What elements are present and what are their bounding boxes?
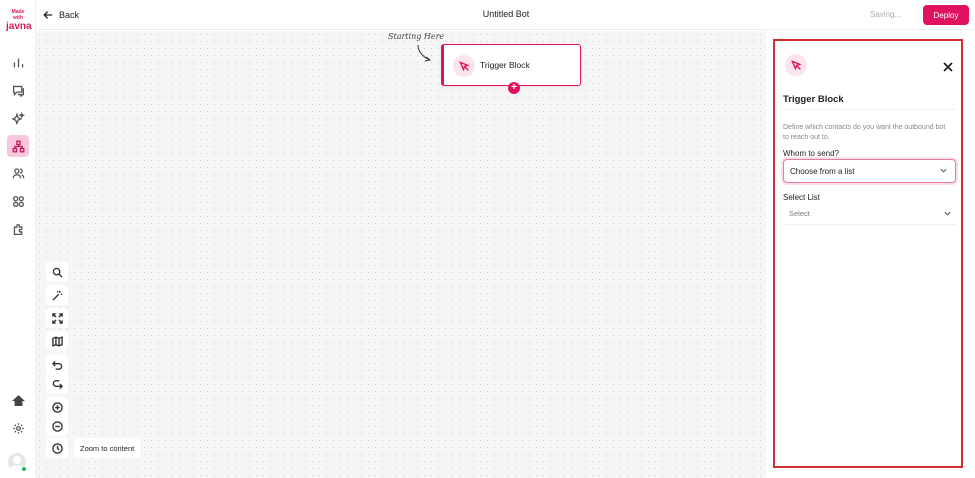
panel-icon-wrap (785, 54, 807, 76)
curved-arrow-icon (417, 44, 431, 62)
sidebar-item-settings[interactable] (7, 417, 29, 439)
starting-here-annotation: Starting Here (388, 32, 445, 41)
arrow-left-icon (43, 11, 53, 19)
apps-icon (12, 195, 24, 207)
sidebar-item-contacts[interactable] (7, 162, 29, 184)
deploy-button[interactable]: Deploy (923, 5, 969, 25)
gear-icon (12, 422, 24, 434)
select-list-placeholder: Select (789, 209, 810, 218)
panel-description: Define which contacts do you want the ou… (783, 124, 946, 141)
whom-to-send-select[interactable]: Choose from a list (783, 159, 956, 183)
add-node-button[interactable]: + (508, 82, 520, 94)
back-button[interactable]: Back (43, 7, 79, 23)
app: Made with javna Back Untitled Bot Saving… (0, 0, 975, 478)
sidebar-item-flows[interactable] (7, 135, 29, 157)
panel-title: Trigger Block (783, 94, 844, 105)
save-status: Saving... (870, 10, 902, 19)
node-icon-wrap (453, 55, 475, 77)
zoom-in-icon (51, 401, 63, 413)
search-icon (52, 267, 63, 278)
whom-to-send-label: Whom to send? (783, 149, 840, 158)
sidebar-item-home[interactable] (7, 389, 29, 411)
redo-icon (52, 379, 63, 389)
puzzle-icon (13, 223, 22, 235)
cursor-icon (458, 60, 470, 71)
chat-icon (12, 85, 24, 97)
sidebar-item-integrations[interactable] (7, 190, 29, 212)
undo-button[interactable] (46, 355, 68, 375)
logo-line1: Made with (11, 9, 25, 21)
magic-wand-icon (51, 290, 62, 301)
zoom-in-button[interactable] (46, 397, 68, 417)
select-list-dropdown[interactable]: Select (783, 203, 956, 225)
sidebar: Made with javna (0, 0, 36, 478)
chevron-down-icon (943, 209, 952, 220)
sidebar-item-chats[interactable] (7, 79, 29, 101)
auto-layout-button[interactable] (46, 285, 68, 305)
zoom-to-content-button[interactable] (46, 438, 68, 458)
map-icon (51, 335, 63, 347)
logo[interactable]: Made with javna (6, 9, 32, 32)
trigger-block-panel: Trigger Block Define which contacts do y… (773, 39, 963, 468)
zoom-out-button[interactable] (46, 416, 68, 436)
search-tool-button[interactable] (46, 262, 68, 282)
close-icon (943, 62, 953, 72)
sparkles-icon (11, 111, 25, 125)
expand-icon (51, 312, 63, 324)
zoom-out-icon (51, 420, 63, 432)
close-panel-button[interactable] (943, 59, 955, 72)
page-title: Untitled Bot (482, 9, 530, 19)
cursor-icon (790, 59, 802, 70)
trigger-block-node[interactable]: Trigger Block + (441, 44, 581, 94)
fit-view-button[interactable] (46, 308, 68, 328)
sidebar-item-analytics[interactable] (7, 51, 29, 73)
undo-icon (51, 360, 62, 370)
select-list-label: Select List (783, 193, 820, 202)
panel-divider (783, 109, 955, 110)
bar-chart-icon (13, 57, 23, 67)
home-icon (11, 394, 25, 406)
logo-line2: javna (6, 21, 32, 32)
redo-button[interactable] (46, 374, 68, 394)
online-status-dot (21, 466, 27, 472)
sidebar-item-plugins[interactable] (7, 218, 29, 240)
history-icon (51, 442, 63, 454)
whom-to-send-value: Choose from a list (790, 166, 855, 176)
header: Back Untitled Bot Saving... Deploy (36, 0, 975, 30)
flow-icon (12, 140, 24, 152)
flow-canvas[interactable]: Starting Here Trigger Block + Zoom to co… (36, 31, 766, 478)
chevron-down-icon (939, 166, 948, 177)
node-label: Trigger Block (480, 60, 530, 70)
sidebar-item-ai[interactable] (7, 107, 29, 129)
contacts-icon (12, 167, 24, 178)
zoom-to-content-label[interactable]: Zoom to content (74, 438, 141, 458)
back-label: Back (59, 10, 80, 20)
minimap-button[interactable] (46, 331, 68, 351)
